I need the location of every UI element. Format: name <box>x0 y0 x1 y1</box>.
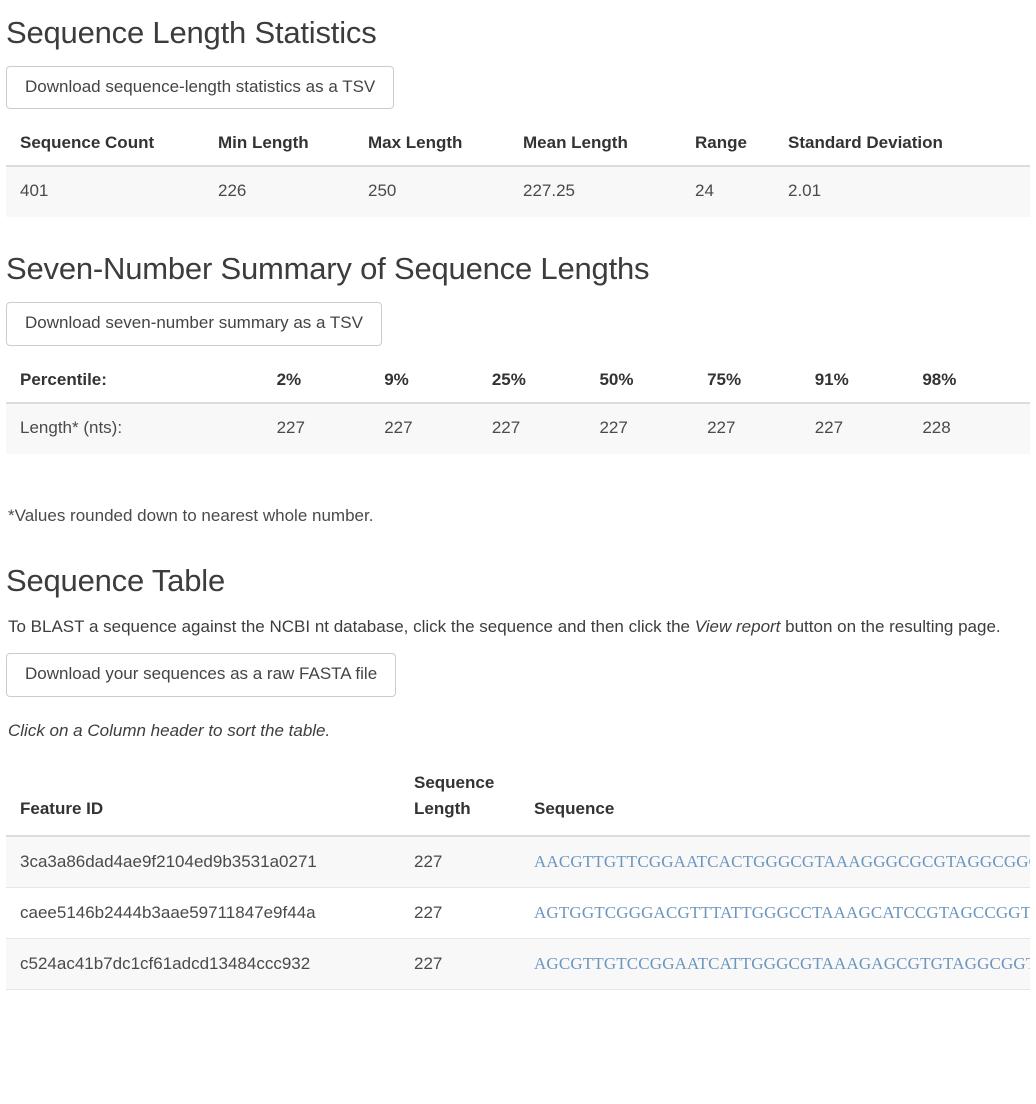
column-header-sequence-length-line1: Sequence <box>414 772 495 792</box>
column-header-sequence[interactable]: Sequence <box>534 763 1030 837</box>
cell-range: 24 <box>695 166 788 218</box>
sequence-blast-link[interactable]: AACGTTGTTCGGAATCACTGGGCGTAAAGGGCGCGTAGGC… <box>534 852 1030 871</box>
column-header-sequence-count[interactable]: Sequence Count <box>6 127 218 168</box>
page-title-sequence-table: Sequence Table <box>6 562 225 598</box>
download-sequence-length-statistics-tsv-button[interactable]: Download sequence-length statistics as a… <box>6 65 395 110</box>
table-header-row: Sequence Count Min Length Max Length Mea… <box>6 127 1030 168</box>
cell-feature-id: 3ca3a86dad4ae9f2104ed9b3531a0271 <box>6 835 414 888</box>
cell-length-p75: 227 <box>707 402 815 454</box>
column-header-percentile-98[interactable]: 98% <box>922 363 1030 404</box>
column-header-mean-length[interactable]: Mean Length <box>523 127 695 168</box>
table-header-row: Feature ID Sequence Length Sequence <box>6 763 1030 837</box>
column-header-sequence-length[interactable]: Sequence Length <box>414 763 534 837</box>
cell-sequence-count: 401 <box>6 166 218 218</box>
column-header-percentile-25[interactable]: 25% <box>491 363 600 404</box>
column-header-percentile-2[interactable]: 2% <box>276 363 385 404</box>
table-row: 401 226 250 227.25 24 2.01 <box>6 166 1030 218</box>
page-title-seven-number-summary: Seven-Number Summary of Sequence Lengths <box>6 251 650 287</box>
cell-sequence: AGTGGTCGGGACGTTTATTGGGCCTAAAGCATCCGTAGCC… <box>534 887 1030 939</box>
table-header-row: Percentile: 2% 9% 25% 50% 75% 91% 98% <box>6 363 1030 404</box>
blast-instructions-prefix: To BLAST a sequence against the NCBI nt … <box>8 616 695 636</box>
column-header-percentile-50[interactable]: 50% <box>599 363 708 404</box>
cell-sequence-length: 227 <box>414 887 534 939</box>
cell-sequence: AACGTTGTTCGGAATCACTGGGCGTAAAGGGCGCGTAGGC… <box>534 835 1030 888</box>
cell-length-p2: 227 <box>276 402 385 454</box>
cell-length-p91: 227 <box>814 402 923 454</box>
sequence-table-viewport: Feature ID Sequence Length Sequence 3ca3a… <box>6 741 1030 990</box>
column-header-percentile-label: Percentile: <box>6 363 277 404</box>
cell-mean-length: 227.25 <box>523 166 695 218</box>
sequence-table: Feature ID Sequence Length Sequence 3ca3a… <box>6 763 1030 990</box>
table-row: caee5146b2444b3aae59711847e9f44a 227 AGT… <box>6 887 1030 939</box>
cell-length-p25: 227 <box>491 402 600 454</box>
blast-instructions: To BLAST a sequence against the NCBI nt … <box>8 613 1030 641</box>
column-header-percentile-75[interactable]: 75% <box>707 363 815 404</box>
column-header-range[interactable]: Range <box>695 127 788 168</box>
cell-max-length: 250 <box>368 166 523 218</box>
column-header-min-length[interactable]: Min Length <box>218 127 368 168</box>
cell-length-p9: 227 <box>384 402 492 454</box>
cell-sequence-length: 227 <box>414 835 534 888</box>
download-seven-number-summary-tsv-button[interactable]: Download seven-number summary as a TSV <box>6 302 382 346</box>
page-title-sequence-length-statistics: Sequence Length Statistics <box>6 15 377 50</box>
column-header-sequence-length-line2: Length <box>414 799 471 819</box>
table-row: Length* (nts): 227 227 227 227 227 227 2… <box>6 402 1030 454</box>
sequence-blast-link[interactable]: AGCGTTGTCCGGAATCATTGGGCGTAAAGAGCGTGTAGGC… <box>534 954 1030 973</box>
cell-standard-deviation: 2.01 <box>788 166 1030 218</box>
column-header-feature-id[interactable]: Feature ID <box>6 763 414 837</box>
cell-feature-id: caee5146b2444b3aae59711847e9f44a <box>6 887 414 939</box>
cell-sequence-length: 227 <box>414 938 534 990</box>
sequence-length-statistics-table: Sequence Count Min Length Max Length Mea… <box>6 127 1030 218</box>
table-row: c524ac41b7dc1cf61adcd13484ccc932 227 AGC… <box>6 938 1030 990</box>
blast-instructions-suffix: button on the resulting page. <box>780 616 1001 636</box>
cell-min-length: 226 <box>218 166 368 218</box>
column-header-standard-deviation[interactable]: Standard Deviation <box>788 127 1030 168</box>
column-header-max-length[interactable]: Max Length <box>368 127 523 168</box>
cell-length-p98: 228 <box>922 402 1030 454</box>
cell-sequence: AGCGTTGTCCGGAATCATTGGGCGTAAAGAGCGTGTAGGC… <box>534 938 1030 990</box>
blast-instructions-emphasis: View report <box>694 616 781 636</box>
sequence-blast-link[interactable]: AGTGGTCGGGACGTTTATTGGGCCTAAAGCATCCGTAGCC… <box>534 903 1030 922</box>
download-raw-fasta-button[interactable]: Download your sequences as a raw FASTA f… <box>6 653 397 697</box>
sort-table-hint: Click on a Column header to sort the tab… <box>8 720 331 740</box>
cell-feature-id: c524ac41b7dc1cf61adcd13484ccc932 <box>6 938 414 990</box>
page-root: Sequence Length Statistics Download sequ… <box>0 14 1036 990</box>
column-header-percentile-91[interactable]: 91% <box>814 363 923 404</box>
table-row: 3ca3a86dad4ae9f2104ed9b3531a0271 227 AAC… <box>6 835 1030 888</box>
rounding-footnote: *Values rounded down to nearest whole nu… <box>8 505 374 525</box>
row-label-length-nts: Length* (nts): <box>6 402 277 454</box>
cell-length-p50: 227 <box>599 402 708 454</box>
seven-number-summary-table: Percentile: 2% 9% 25% 50% 75% 91% 98% Le… <box>6 363 1030 454</box>
column-header-percentile-9[interactable]: 9% <box>384 363 492 404</box>
